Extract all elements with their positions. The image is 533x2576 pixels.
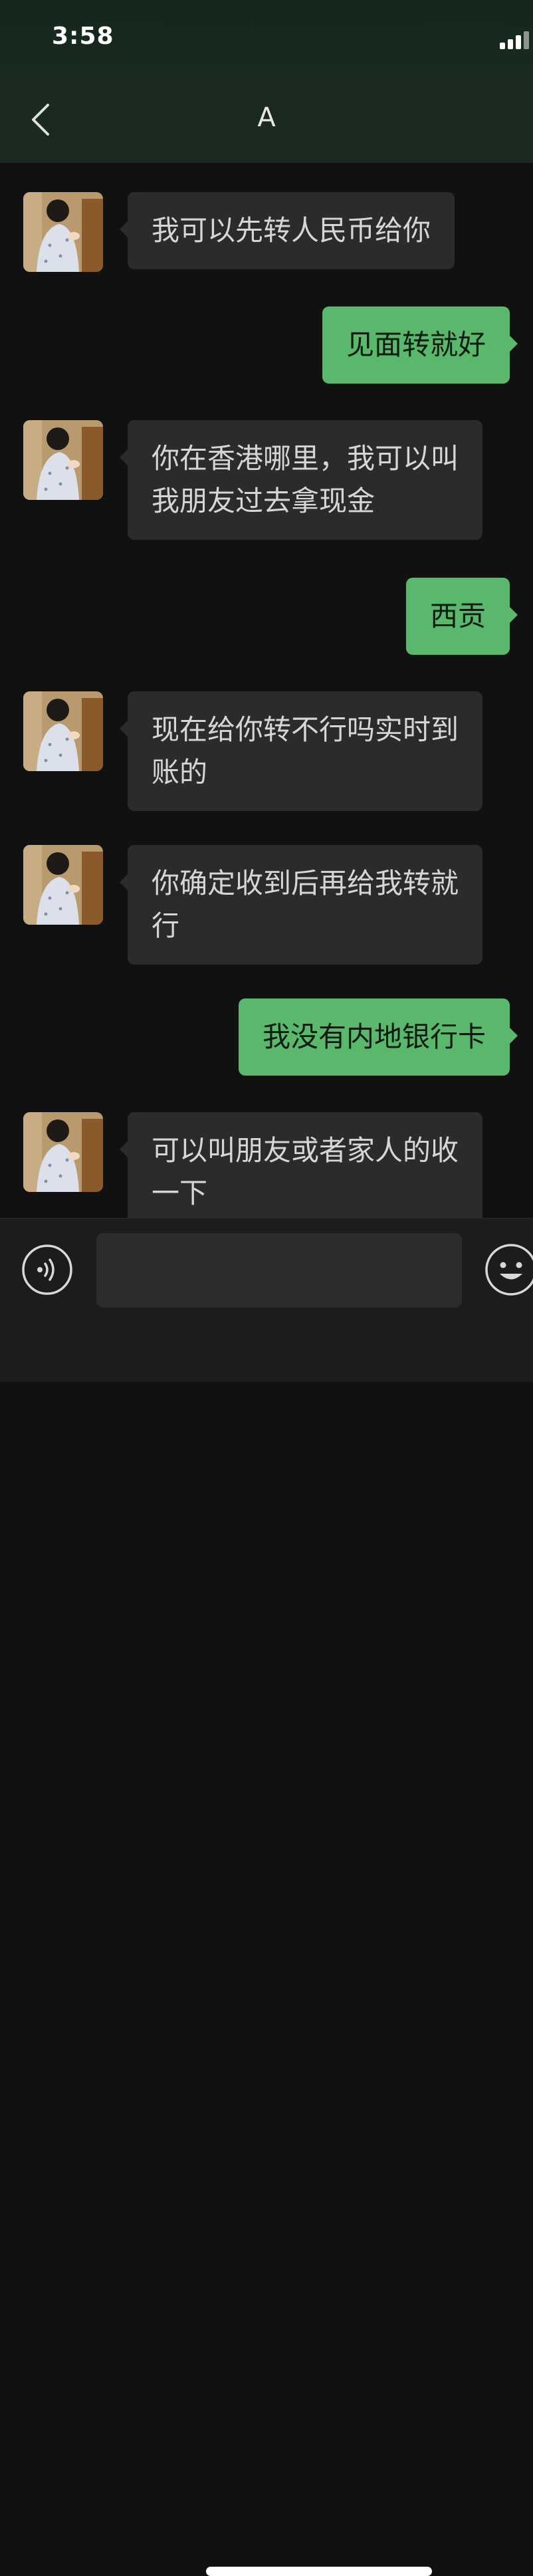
voice-icon bbox=[22, 1244, 72, 1295]
emoji-button[interactable] bbox=[484, 1242, 533, 1297]
avatar[interactable] bbox=[23, 691, 103, 771]
incoming-message-bubble[interactable]: 我可以先转人民币给你 bbox=[119, 192, 455, 269]
outgoing-message-bubble[interactable]: 见面转就好 bbox=[322, 306, 518, 384]
incoming-message-bubble[interactable]: 你在香港哪里，我可以叫 我朋友过去拿现金 bbox=[119, 420, 483, 540]
signal-icon bbox=[500, 31, 533, 49]
avatar[interactable] bbox=[23, 192, 103, 272]
message-input[interactable] bbox=[96, 1233, 462, 1308]
input-bar bbox=[0, 1218, 533, 2576]
outgoing-message-bubble[interactable]: 西贡 bbox=[405, 578, 518, 655]
status-bar: 3:58 bbox=[0, 0, 533, 86]
incoming-message-bubble[interactable]: 现在给你转不行吗实时到 账的 bbox=[119, 691, 483, 811]
nav-bar: A bbox=[0, 86, 533, 163]
home-indicator bbox=[206, 2567, 432, 2576]
avatar[interactable] bbox=[23, 845, 103, 925]
chat-area[interactable]: 我可以先转人民币给你 见面转就好 你在香港哪里，我可以叫 我朋友过去拿现金 西贡 bbox=[0, 163, 533, 1218]
avatar[interactable] bbox=[23, 1112, 103, 1192]
voice-button[interactable] bbox=[21, 1244, 73, 1296]
incoming-message-bubble[interactable]: 你确定收到后再给我转就 行 bbox=[119, 845, 483, 965]
incoming-message-bubble[interactable]: 可以叫朋友或者家人的收 一下 bbox=[119, 1112, 483, 1218]
outgoing-message-bubble[interactable]: 我没有内地银行卡 bbox=[238, 998, 518, 1076]
status-time: 3:58 bbox=[52, 23, 114, 50]
avatar[interactable] bbox=[23, 420, 103, 500]
chat-title: A bbox=[257, 102, 276, 133]
emoji-icon bbox=[485, 1244, 533, 1296]
